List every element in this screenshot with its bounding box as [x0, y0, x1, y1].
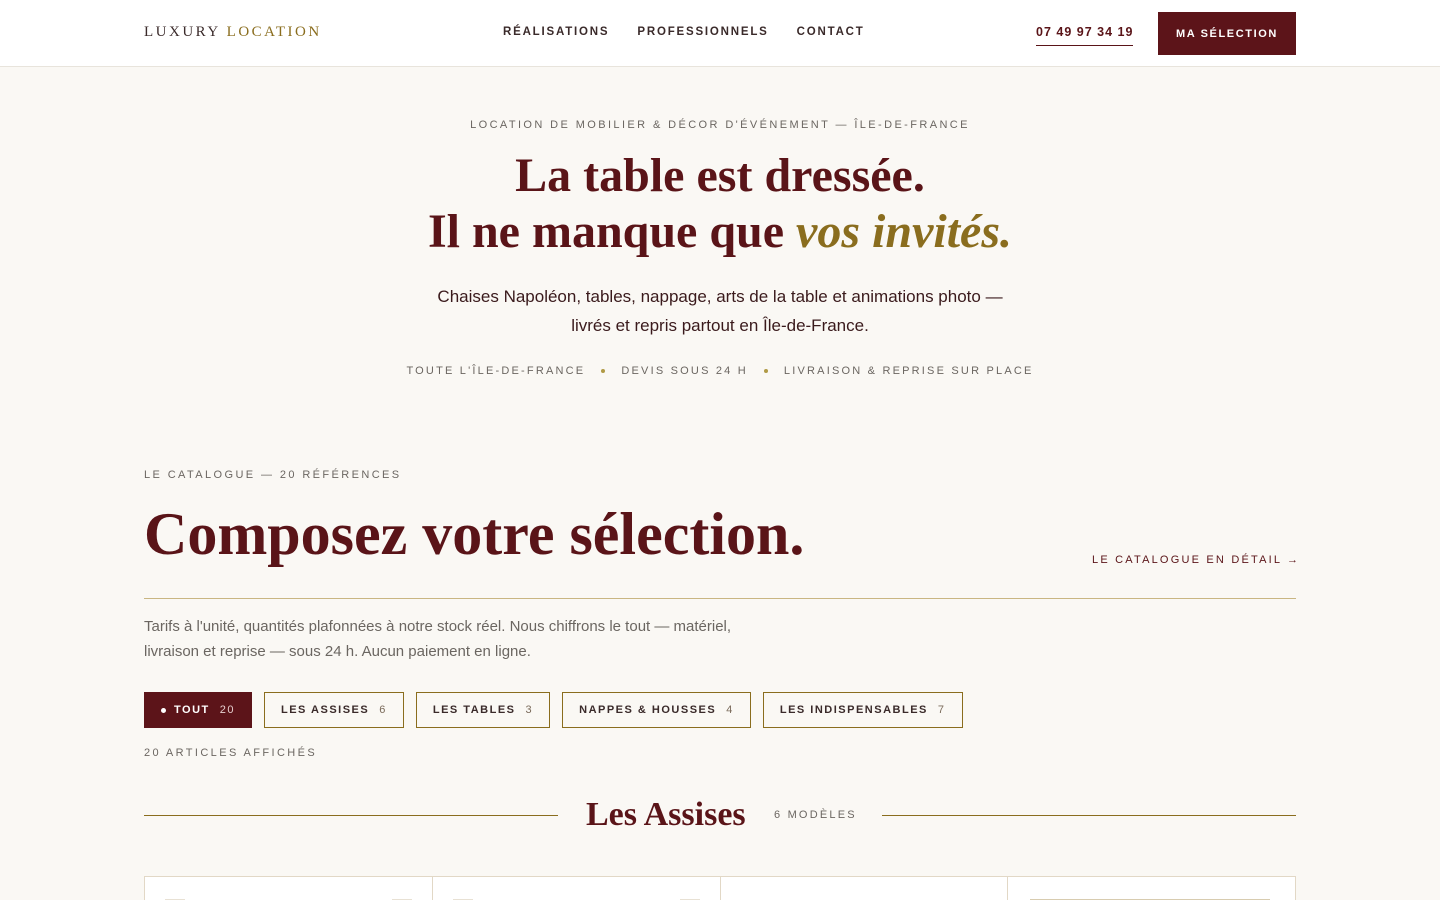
hero-title-line1: La table est dressée. [515, 149, 925, 202]
divider [144, 598, 1296, 599]
catalogue-title: Composez votre sélection. [144, 501, 805, 567]
hero-eyebrow: LOCATION DE MOBILIER & DÉCOR D'ÉVÉNEMENT… [470, 119, 970, 131]
logo-main: LUXURY [144, 24, 221, 40]
hero-title: La table est dressée. Il ne manque que v… [0, 148, 1440, 260]
nav-contact[interactable]: CONTACT [797, 26, 865, 38]
badge-delivery: LIVRAISON & REPRISE SUR PLACE [783, 365, 1034, 377]
main-nav: RÉALISATIONS PROFESSIONNELS CONTACT [503, 26, 865, 38]
filter-label: LES INDISPENSABLES [779, 704, 928, 716]
filter-count: 7 [937, 704, 946, 716]
filter-indispensables[interactable]: LES INDISPENSABLES 7 [762, 692, 963, 728]
section-title: Les Assises [586, 796, 746, 833]
section-rule-left [144, 815, 558, 816]
product-card[interactable] [145, 877, 433, 900]
active-dot-icon [161, 707, 166, 713]
results-count: 20 ARTICLES AFFICHÉS [144, 747, 318, 759]
hero-subtitle: Chaises Napoléon, tables, nappage, arts … [437, 287, 1003, 335]
dot-separator [763, 369, 768, 373]
product-grid [144, 876, 1296, 900]
badge-quote: DEVIS SOUS 24 H [621, 365, 748, 377]
dot-separator [601, 369, 606, 373]
catalogue-eyebrow: LE CATALOGUE — 20 RÉFÉRENCES [144, 469, 402, 481]
logo-accent: LOCATION [226, 24, 322, 40]
product-card[interactable] [1008, 877, 1295, 900]
phone-link[interactable]: 07 49 97 34 19 [1036, 25, 1134, 46]
product-card[interactable] [721, 877, 1009, 900]
catalogue-description: Tarifs à l'unité, quantités plafonnées à… [144, 618, 732, 660]
site-header: LUXURY LOCATION RÉALISATIONS PROFESSIONNE… [0, 0, 1440, 67]
logo[interactable]: LUXURY LOCATION [144, 24, 322, 41]
filter-label: LES ASSISES [281, 704, 370, 716]
filter-count: 4 [726, 704, 734, 716]
filter-count: 6 [379, 704, 387, 716]
filter-tout[interactable]: TOUT 20 [144, 692, 252, 728]
product-card[interactable] [433, 877, 721, 900]
filter-bar: TOUT 20 LES ASSISES 6 LES TABLES 3 NAPPE… [144, 692, 963, 728]
hero-title-line2: Il ne manque que [427, 205, 797, 258]
filter-label: TOUT [174, 704, 210, 716]
filter-label: LES TABLES [432, 704, 516, 716]
filter-tables[interactable]: LES TABLES 3 [415, 692, 551, 728]
nav-professionnels[interactable]: PROFESSIONNELS [637, 26, 768, 38]
nav-realisations[interactable]: RÉALISATIONS [503, 26, 609, 38]
badge-region: TOUTE L'ÎLE-DE-FRANCE [406, 365, 586, 377]
filter-count: 20 [219, 704, 235, 716]
hero-title-accent: vos invités. [796, 205, 1013, 258]
catalogue-detail-link[interactable]: LE CATALOGUE EN DÉTAIL → [1092, 554, 1300, 566]
section-count: 6 MODÈLES [774, 809, 857, 821]
filter-count: 3 [525, 704, 534, 716]
filter-assises[interactable]: LES ASSISES 6 [264, 692, 404, 728]
filter-nappes[interactable]: NAPPES & HOUSSES 4 [562, 692, 751, 728]
hero-badges: TOUTE L'ÎLE-DE-FRANCE DEVIS SOUS 24 H LI… [0, 365, 1440, 377]
section-rule-right [882, 815, 1296, 816]
filter-label: NAPPES & HOUSSES [579, 704, 717, 716]
my-selection-button[interactable]: MA SÉLECTION [1158, 12, 1296, 55]
